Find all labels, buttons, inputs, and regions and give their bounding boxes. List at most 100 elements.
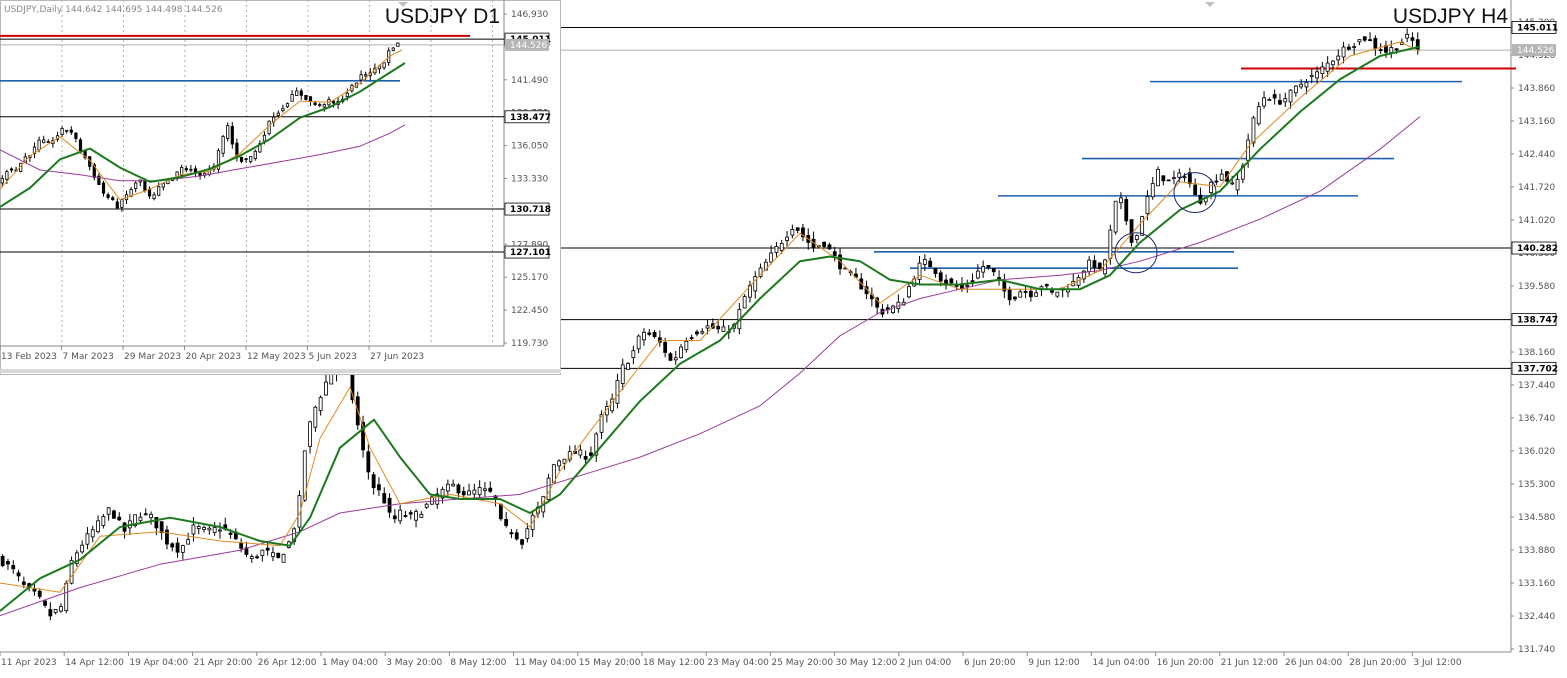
x-tick-label: 26 Apr 12:00	[258, 658, 317, 668]
x-tick-label: 11 May 04:00	[515, 658, 577, 668]
candle-body	[1156, 169, 1160, 187]
candle-body	[716, 325, 721, 330]
candle-body	[642, 331, 646, 341]
candle-body	[117, 516, 122, 521]
candle-body	[218, 529, 222, 532]
candle-body	[938, 272, 943, 282]
candle-body	[9, 168, 14, 171]
candle-body	[1097, 262, 1102, 269]
y-tick-label: 141.490	[511, 76, 548, 86]
candle-body	[78, 139, 83, 151]
candle-body	[304, 95, 308, 100]
candle-body	[143, 179, 147, 191]
candle-body	[504, 519, 509, 526]
y-tick-label: 133.160	[1518, 579, 1555, 589]
candle-body	[281, 107, 285, 111]
candle-body	[159, 521, 164, 534]
x-tick-label: 26 Jun 04:00	[1285, 658, 1342, 668]
candle-body	[255, 556, 259, 559]
x-tick-label: 28 Jun 20:00	[1349, 658, 1406, 668]
current-price-text: 144.526	[510, 41, 547, 51]
candle-body	[101, 516, 106, 526]
candle-body	[620, 364, 625, 384]
candle-body	[249, 556, 254, 560]
candle-body	[228, 532, 233, 535]
candle-body	[1108, 229, 1113, 259]
candle-body	[324, 381, 328, 396]
candle-body	[1373, 38, 1378, 49]
y-tick-label: 125.170	[511, 273, 548, 283]
candle-body	[253, 150, 257, 159]
candle-body	[933, 267, 938, 275]
candle-body	[313, 102, 317, 105]
candle-body	[392, 515, 397, 520]
x-tick-label: 14 Apr 12:00	[65, 658, 124, 668]
x-tick-label: 2 Jun 04:00	[900, 658, 952, 668]
y-tick-label: 132.440	[1518, 612, 1555, 622]
candle-body	[769, 252, 774, 263]
level-label-text: 137.702	[1517, 364, 1558, 374]
candle-body	[371, 474, 376, 489]
y-tick-label: 146.930	[511, 10, 548, 20]
candle-body	[175, 542, 180, 553]
candle-body	[1394, 48, 1399, 51]
candle-body	[1230, 182, 1235, 185]
candle-body	[509, 532, 514, 535]
candle-body	[249, 156, 253, 162]
candle-body	[1055, 291, 1060, 297]
candle-body	[689, 337, 694, 339]
x-tick-label: 18 May 12:00	[643, 658, 705, 668]
y-tick-label: 133.330	[511, 175, 548, 185]
candle-body	[46, 141, 50, 144]
candle-body	[991, 267, 996, 273]
candle-body	[546, 477, 551, 500]
candle-body	[396, 42, 400, 47]
candle-body	[663, 341, 668, 353]
x-tick-label: 25 May 20:00	[771, 658, 833, 668]
candle-body	[631, 350, 636, 358]
candle-body	[695, 331, 699, 335]
candle-body	[1166, 179, 1171, 182]
candle-body	[1325, 62, 1330, 72]
candle-body	[313, 406, 318, 428]
candle-body	[483, 488, 487, 491]
candle-body	[1378, 49, 1383, 52]
candle-body	[907, 286, 911, 298]
candle-body	[965, 284, 970, 287]
y-tick-label: 133.880	[1518, 546, 1555, 556]
candle-body	[0, 178, 4, 184]
y-tick-label: 122.450	[511, 306, 548, 316]
candle-body	[170, 543, 175, 548]
y-tick-label: 143.860	[1518, 84, 1555, 94]
y-tick-label: 141.720	[1518, 183, 1555, 193]
candle-body	[149, 513, 153, 519]
candle-body	[1309, 74, 1314, 77]
candle-body	[221, 136, 225, 154]
candle-body	[795, 227, 800, 231]
candle-body	[180, 545, 185, 553]
candle-body	[120, 199, 124, 208]
candle-body	[184, 168, 188, 171]
candle-body	[65, 129, 69, 132]
candle-body	[5, 171, 9, 180]
candle-body	[1368, 39, 1372, 42]
candle-body	[16, 572, 21, 577]
candle-body	[684, 340, 689, 351]
candle-body	[191, 524, 196, 535]
candle-body	[112, 510, 116, 519]
candle-body	[636, 335, 641, 350]
y-tick-label: 137.440	[1518, 381, 1555, 391]
candle-body	[679, 346, 683, 359]
candle-body	[1357, 39, 1362, 43]
candle-body	[1013, 296, 1017, 300]
y-tick-label: 135.300	[1518, 480, 1555, 490]
candle-body	[488, 487, 493, 492]
candle-body	[498, 503, 503, 520]
candle-body	[1389, 47, 1394, 53]
y-tick-label: 131.740	[1518, 645, 1555, 655]
candle-body	[285, 103, 290, 108]
candle-body	[48, 609, 53, 617]
candle-body	[1320, 66, 1325, 74]
candle-body	[414, 511, 418, 521]
candle-body	[1209, 181, 1213, 194]
